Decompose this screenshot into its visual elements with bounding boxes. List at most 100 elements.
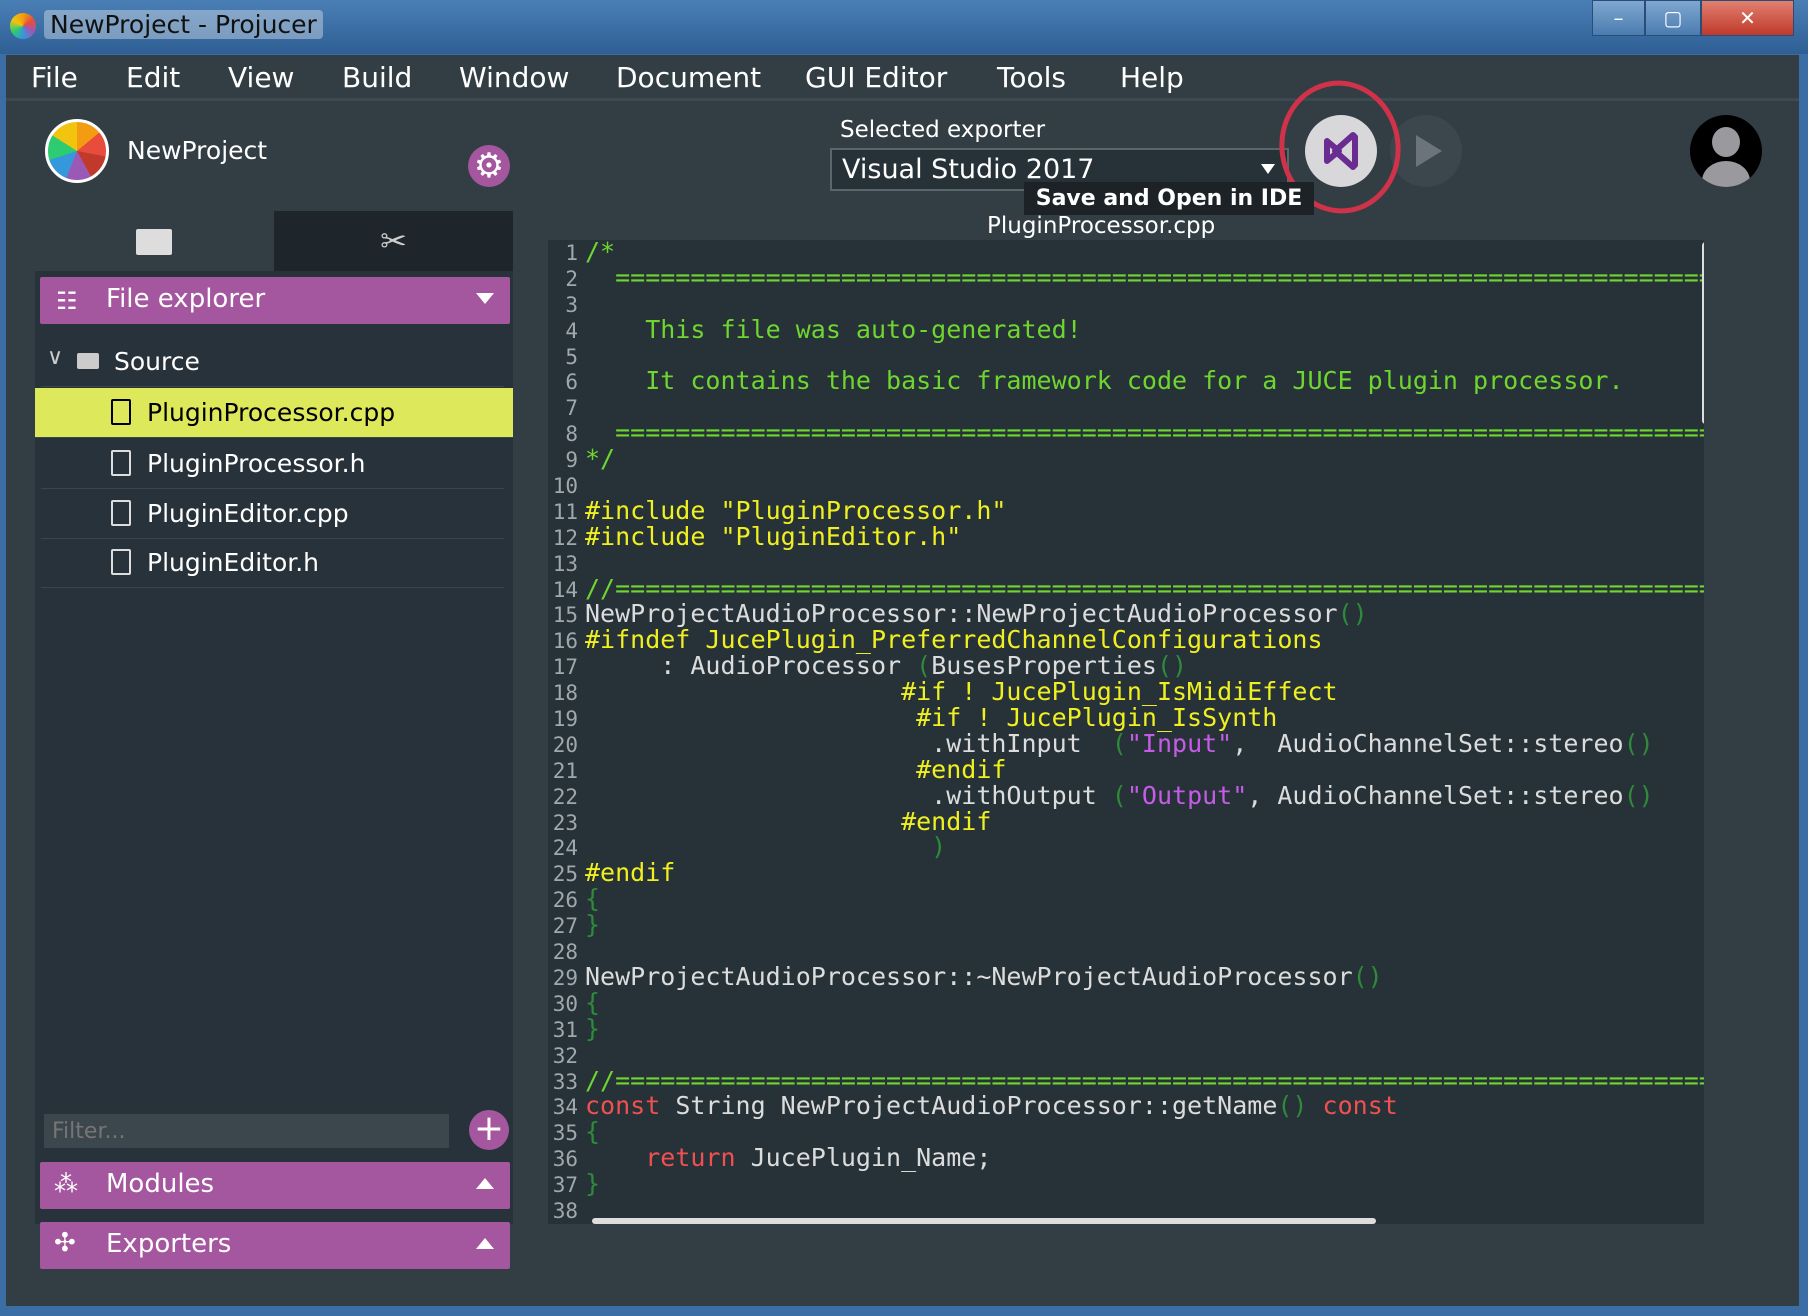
- code-token-comment: //======================================…: [585, 573, 1704, 603]
- code-line: 15 NewProjectAudioProcessor::NewProjectAu…: [548, 601, 1704, 627]
- code-token-paren: {: [585, 987, 601, 1017]
- line-number: 15: [552, 603, 578, 628]
- plus-icon: +: [473, 1108, 505, 1149]
- line-number: 29: [552, 965, 578, 990]
- code-token-plain: BusesProperties: [931, 651, 1157, 681]
- line-number: 10: [552, 474, 578, 499]
- line-number: 14: [552, 577, 578, 602]
- code-line: 27}: [548, 912, 1704, 938]
- chevron-down-icon: ∨: [47, 345, 64, 370]
- menu-bar: File Edit View Build Window Document GUI…: [6, 55, 1799, 101]
- file-item[interactable]: PluginProcessor.cpp: [35, 388, 513, 438]
- line-number: 35: [552, 1121, 578, 1146]
- add-file-button[interactable]: +: [469, 1110, 509, 1150]
- line-number: 11: [552, 499, 578, 524]
- horizontal-scrollbar[interactable]: [592, 1218, 1376, 1224]
- window-title: NewProject - Projucer: [44, 10, 323, 39]
- line-number: 3: [565, 292, 578, 317]
- code-token-plain: , AudioChannelSet::stereo: [1232, 728, 1624, 758]
- modules-header[interactable]: ⁂ Modules: [40, 1162, 510, 1209]
- code-token-paren: (): [1337, 599, 1368, 629]
- tab-settings[interactable]: ✂: [274, 211, 513, 271]
- file-item[interactable]: PluginEditor.h: [41, 538, 504, 588]
- code-token-comment: ========================================…: [615, 418, 1704, 448]
- code-token-paren: (: [916, 651, 932, 681]
- code-token-plain: NewProjectAudioProcessor::~NewProjectAud…: [585, 961, 1353, 991]
- line-number: 23: [552, 810, 578, 835]
- code-editor[interactable]: 1/* 2 ===================================…: [548, 240, 1704, 1224]
- line-number: 22: [552, 784, 578, 809]
- code-line: 31}: [548, 1015, 1704, 1041]
- line-number: 37: [552, 1173, 578, 1198]
- filter-input[interactable]: [44, 1114, 449, 1148]
- code-token-paren: ): [585, 832, 947, 862]
- projucer-logo-icon: [10, 13, 36, 39]
- code-line: 28: [548, 938, 1704, 964]
- code-line: 2 ======================================…: [548, 262, 1704, 292]
- code-line: 9 */: [548, 446, 1704, 472]
- code-token-plain: : AudioProcessor: [585, 651, 917, 681]
- code-token-paren: (: [1111, 728, 1127, 758]
- maximize-button[interactable]: ▢: [1645, 0, 1701, 36]
- vertical-scrollbar[interactable]: [1702, 242, 1704, 424]
- folder-icon: [77, 353, 99, 369]
- code-line: 10: [548, 472, 1704, 498]
- menu-file[interactable]: File: [31, 61, 78, 94]
- code-token-comment: ========================================…: [615, 262, 1704, 292]
- code-line: 18 #if ! JucePlugin_IsMidiEffect: [548, 679, 1704, 705]
- menu-view[interactable]: View: [228, 61, 294, 94]
- code-line: 11 #include "PluginProcessor.h": [548, 497, 1704, 524]
- file-item[interactable]: PluginEditor.cpp: [41, 489, 504, 539]
- code-token-comment: //======================================…: [585, 1065, 1704, 1095]
- code-token-pre: #endif: [585, 806, 992, 836]
- line-number: 30: [552, 991, 578, 1016]
- code-token-paren: }: [585, 1169, 601, 1199]
- menu-gui-editor[interactable]: GUI Editor: [805, 61, 947, 94]
- code-line: 30 {: [548, 987, 1704, 1017]
- close-button[interactable]: ✕: [1701, 0, 1794, 36]
- project-settings-button[interactable]: ⚙: [468, 145, 510, 187]
- project-name: NewProject: [127, 136, 268, 165]
- menu-build[interactable]: Build: [342, 61, 412, 94]
- code-token-pre: #ifndef JucePlugin_PreferredChannelConfi…: [585, 625, 1323, 655]
- line-number: 5: [565, 344, 578, 369]
- file-name: PluginEditor.cpp: [147, 499, 349, 528]
- code-line: 4 This file was auto-generated!: [548, 316, 1704, 342]
- code-token-pre: #include "PluginEditor.h": [585, 521, 962, 551]
- file-item[interactable]: PluginProcessor.h: [41, 439, 504, 489]
- line-number: 18: [552, 681, 578, 706]
- code-line: 22 .withOutput ("Output", AudioChannelSe…: [548, 780, 1704, 810]
- line-number: 2: [565, 266, 578, 291]
- menu-window[interactable]: Window: [459, 61, 569, 94]
- code-line: 16 #ifndef JucePlugin_PreferredChannelCon…: [548, 627, 1704, 653]
- exporters-label: Exporters: [106, 1229, 232, 1259]
- folder-icon: [136, 229, 172, 255]
- code-line: 1/*: [548, 240, 1704, 265]
- user-avatar[interactable]: [1690, 115, 1762, 187]
- code-line: 25 #endif: [548, 860, 1704, 886]
- code-token-plain: , AudioChannelSet::stereo: [1247, 780, 1624, 810]
- menu-help[interactable]: Help: [1120, 61, 1184, 94]
- line-number: 9: [565, 448, 578, 473]
- menu-document[interactable]: Document: [616, 61, 761, 94]
- code-line: 35 {: [548, 1119, 1704, 1145]
- exporters-header[interactable]: ✣ Exporters: [40, 1222, 510, 1269]
- minimize-button[interactable]: –: [1592, 0, 1645, 36]
- line-number: 28: [552, 940, 578, 965]
- code-line: 32: [548, 1042, 1704, 1068]
- code-line: 33 //====================================…: [548, 1065, 1704, 1095]
- code-token-comment: */: [585, 444, 616, 474]
- line-number: 6: [565, 370, 578, 395]
- file-explorer-header[interactable]: ☷ File explorer: [40, 277, 510, 324]
- file-icon: [111, 450, 131, 476]
- code-token-pre: #if ! JucePlugin_IsSynth: [585, 703, 1278, 733]
- code-token-plain: JucePlugin_Name;: [735, 1143, 992, 1173]
- modules-icon: ⁂: [54, 1170, 78, 1198]
- line-number: 25: [552, 862, 578, 887]
- menu-tools[interactable]: Tools: [997, 61, 1066, 94]
- tab-file-explorer[interactable]: [35, 211, 274, 271]
- group-source[interactable]: ∨ Source: [41, 337, 504, 387]
- line-number: 19: [552, 707, 578, 732]
- menu-edit[interactable]: Edit: [126, 61, 180, 94]
- file-name: PluginEditor.h: [147, 548, 320, 577]
